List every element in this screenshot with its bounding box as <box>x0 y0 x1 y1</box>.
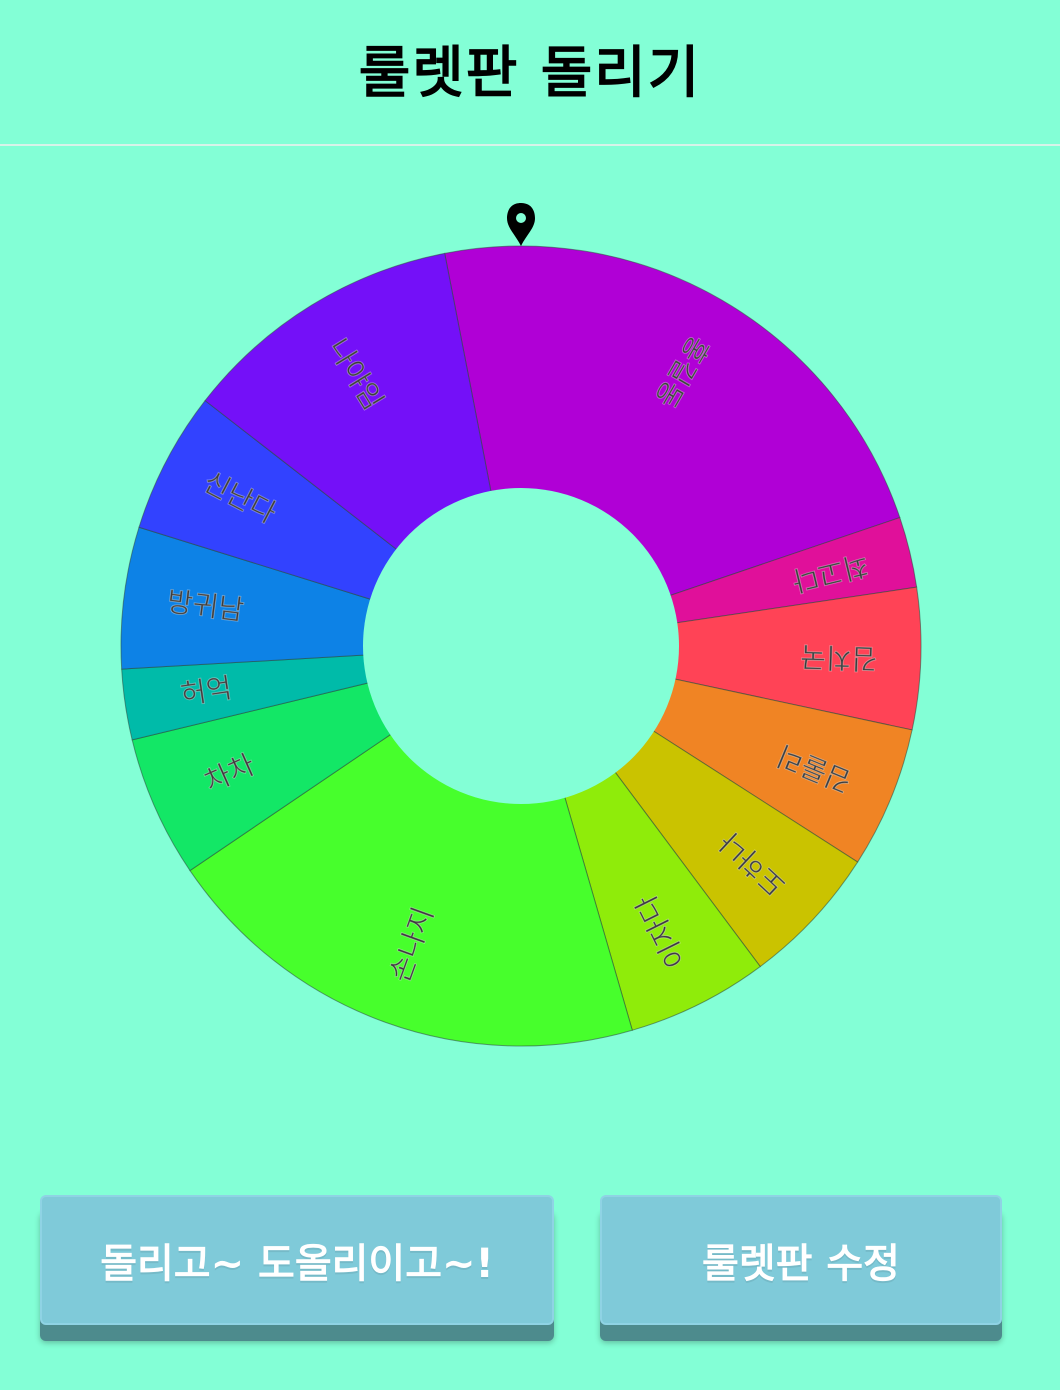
spin-button[interactable]: 돌리고~ 도올리이고~! <box>40 1195 554 1325</box>
wheel-segment-label: 김치국 <box>800 640 878 675</box>
wheel-hub <box>363 488 679 804</box>
map-pin-icon <box>507 203 535 246</box>
roulette-wheel[interactable]: 홍길동최고다김치국김룰리도하나이자다손나지차차허억방귀남신난다나야임 <box>0 0 1060 1390</box>
edit-roulette-button[interactable]: 룰렛판 수정 <box>600 1195 1002 1325</box>
